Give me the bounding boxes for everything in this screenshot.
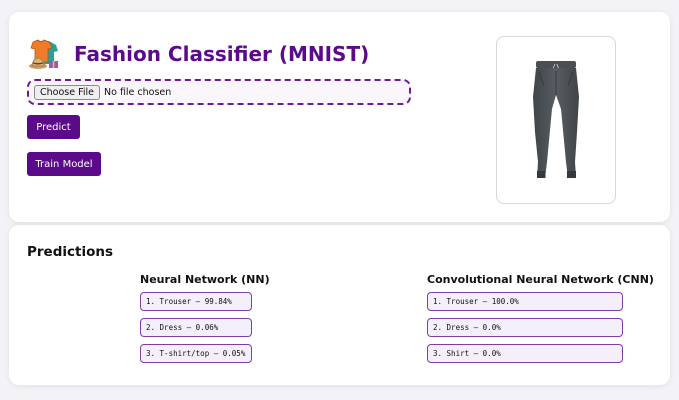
nn-heading: Neural Network (NN) [140, 273, 270, 286]
nn-prediction-item: 2. Dress — 0.06% [140, 318, 252, 337]
classifier-panel: Fashion Classifier (MNIST) Choose File N… [9, 12, 670, 222]
train-model-button[interactable]: Train Model [27, 152, 101, 176]
trouser-image [533, 61, 579, 178]
predict-button[interactable]: Predict [27, 115, 80, 139]
clothes-icon [27, 37, 61, 71]
cnn-prediction-item: 3. Shirt — 0.0% [427, 344, 623, 363]
file-upload-field[interactable]: Choose File No file chosen [27, 79, 411, 105]
page-title: Fashion Classifier (MNIST) [74, 42, 370, 66]
cnn-heading: Convolutional Neural Network (CNN) [427, 273, 654, 286]
nn-prediction-item: 1. Trouser — 99.84% [140, 292, 252, 311]
cnn-prediction-item: 2. Dress — 0.0% [427, 318, 623, 337]
cnn-prediction-item: 1. Trouser — 100.0% [427, 292, 623, 311]
nn-prediction-item: 3. T-shirt/top — 0.05% [140, 344, 252, 363]
choose-file-button[interactable]: Choose File [34, 84, 100, 100]
predictions-heading: Predictions [27, 244, 114, 260]
preview-image-frame [496, 36, 616, 204]
file-status-text: No file chosen [104, 86, 172, 98]
predictions-panel: Predictions Neural Network (NN) 1. Trous… [9, 225, 670, 385]
